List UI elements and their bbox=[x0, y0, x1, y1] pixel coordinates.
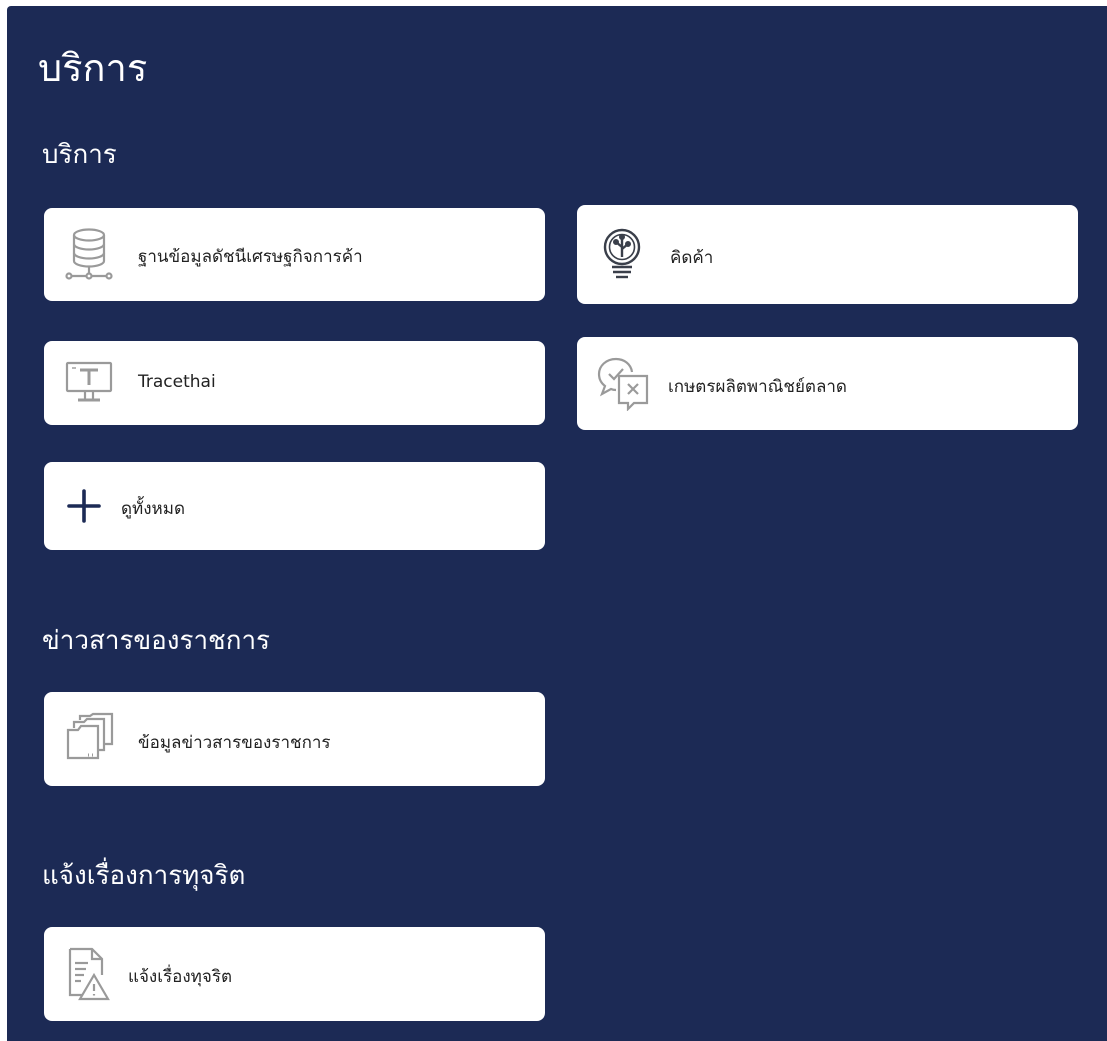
section-title-services: บริการ bbox=[42, 140, 117, 170]
service-card-label: ฐานข้อมูลดัชนีเศรษฐกิจการค้า bbox=[138, 247, 363, 267]
page-title: บริการ bbox=[38, 46, 148, 90]
folders-icon bbox=[64, 712, 116, 764]
service-card-trade-index-database[interactable]: ฐานข้อมูลดัชนีเศรษฐกิจการค้า bbox=[44, 208, 545, 301]
section-title-gov-news: ข่าวสารของราชการ bbox=[42, 626, 271, 656]
database-network-icon bbox=[64, 226, 114, 284]
service-card-label: ข้อมูลข่าวสารของราชการ bbox=[138, 733, 331, 753]
service-card-label: แจ้งเรื่องทุจริต bbox=[128, 967, 233, 987]
service-card-label: เกษตรผลิตพาณิชย์ตลาด bbox=[668, 377, 847, 397]
document-warning-icon bbox=[64, 945, 112, 1003]
chat-bubbles-icon bbox=[595, 355, 653, 411]
service-card-label: Tracethai bbox=[138, 372, 216, 392]
service-card-label: คิดค้า bbox=[670, 248, 714, 268]
service-card-gov-information[interactable]: ข้อมูลข่าวสารของราชการ bbox=[44, 692, 545, 786]
lightbulb-icon bbox=[597, 227, 647, 285]
plus-icon bbox=[66, 488, 102, 524]
service-card-kidka[interactable]: คิดค้า bbox=[577, 205, 1078, 304]
service-card-agri-commerce-market[interactable]: เกษตรผลิตพาณิชย์ตลาด bbox=[577, 337, 1078, 430]
section-title-corruption-report: แจ้งเรื่องการทุจริต bbox=[42, 861, 246, 891]
monitor-icon bbox=[64, 359, 114, 407]
view-all-label: ดูทั้งหมด bbox=[121, 499, 185, 519]
service-card-tracethai[interactable]: Tracethai bbox=[44, 341, 545, 425]
service-card-report-corruption[interactable]: แจ้งเรื่องทุจริต bbox=[44, 927, 545, 1021]
view-all-button[interactable]: ดูทั้งหมด bbox=[44, 462, 545, 550]
